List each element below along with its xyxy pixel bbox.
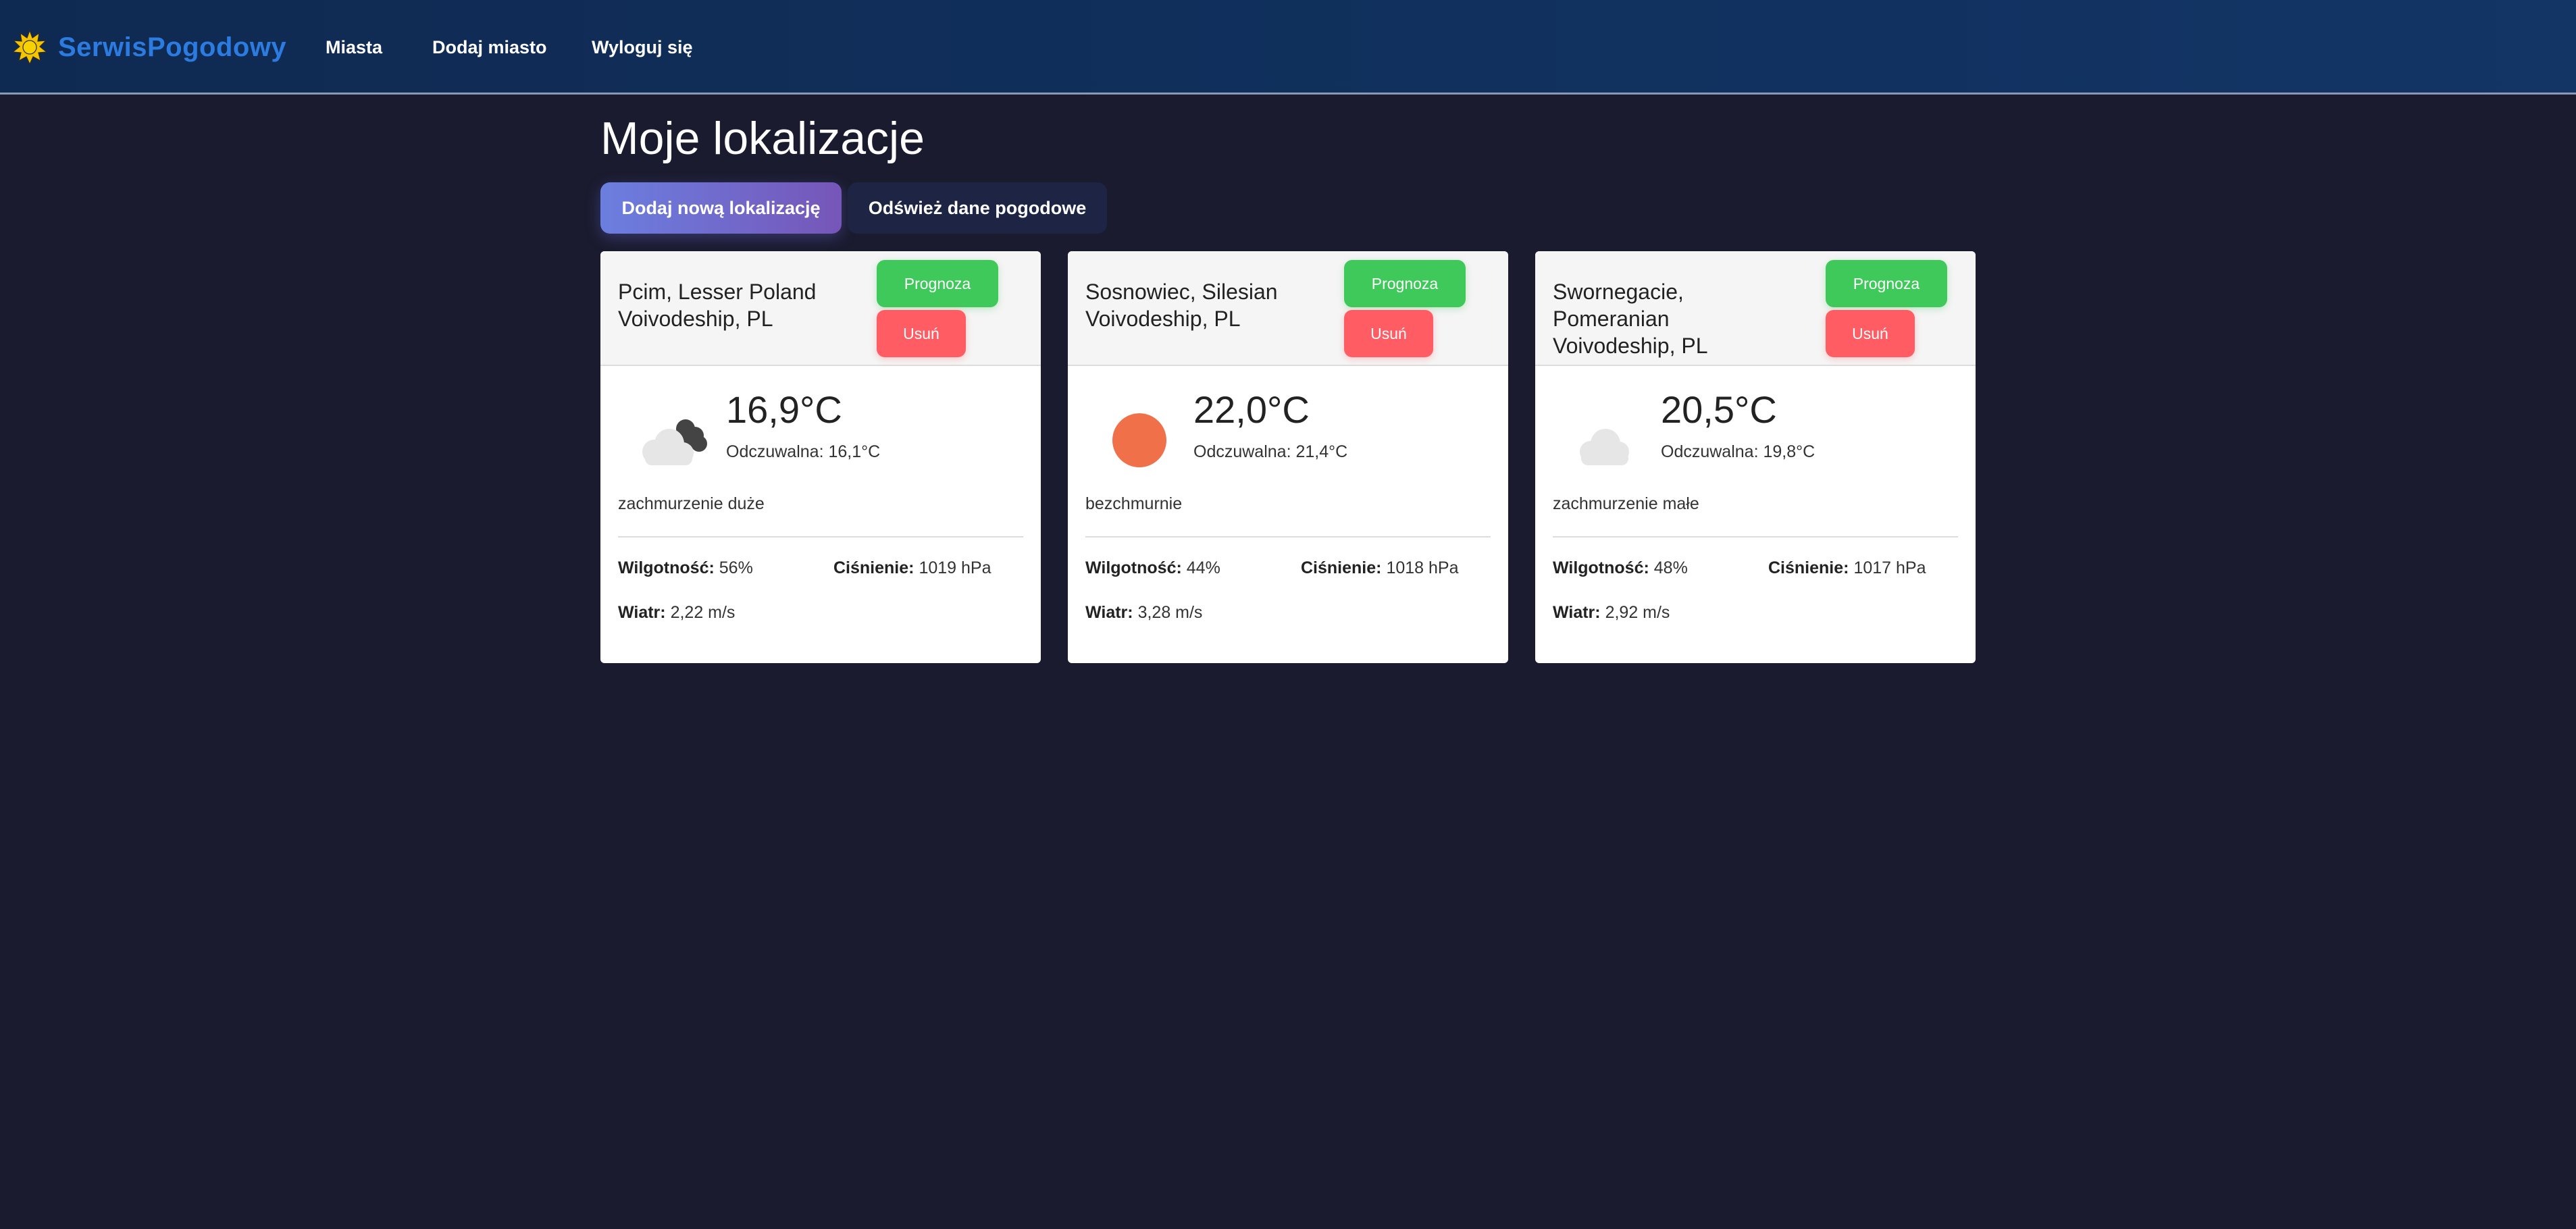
humidity-stat: Wilgotność: 48% — [1553, 556, 1688, 579]
divider — [1085, 536, 1491, 538]
delete-button[interactable]: Usuń — [877, 310, 966, 357]
temperature: 20,5°C — [1661, 388, 1777, 431]
sun-logo-icon — [12, 30, 47, 65]
pressure-label: Ciśnienie: — [1301, 558, 1382, 577]
location-card: Sosnowiec, Silesian Voivodeship, PL Prog… — [1068, 251, 1508, 663]
weather-description: bezchmurnie — [1085, 494, 1183, 513]
temperature: 22,0°C — [1193, 388, 1310, 431]
delete-button[interactable]: Usuń — [1344, 310, 1433, 357]
humidity-label: Wilgotność: — [1085, 558, 1182, 577]
wind-value: 2,22 m/s — [670, 603, 736, 622]
pressure-label: Ciśnienie: — [833, 558, 915, 577]
wind-label: Wiatr: — [618, 603, 666, 622]
wind-stat: Wiatr: 3,28 m/s — [1085, 601, 1202, 624]
feels-like: Odczuwalna: 21,4°C — [1193, 442, 1348, 461]
pressure-value: 1019 hPa — [919, 558, 991, 577]
delete-button[interactable]: Usuń — [1826, 310, 1915, 357]
nav-link-miasta[interactable]: Miasta — [326, 32, 382, 62]
nav-link-logout[interactable]: Wyloguj się — [592, 32, 693, 62]
forecast-button[interactable]: Prognoza — [877, 260, 998, 307]
wind-value: 2,92 m/s — [1605, 603, 1670, 622]
humidity-stat: Wilgotność: 44% — [1085, 556, 1220, 579]
feels-like: Odczuwalna: 16,1°C — [726, 442, 881, 461]
forecast-button[interactable]: Prognoza — [1826, 260, 1947, 307]
humidity-label: Wilgotność: — [618, 558, 715, 577]
cloudy-overcast-icon — [642, 419, 707, 465]
wind-stat: Wiatr: 2,92 m/s — [1553, 601, 1670, 624]
humidity-value: 44% — [1186, 558, 1220, 577]
divider — [1553, 536, 1958, 538]
weather-description: zachmurzenie duże — [618, 494, 765, 513]
location-card: Pcim, Lesser Poland Voivodeship, PL Prog… — [600, 251, 1041, 663]
pressure-value: 1017 hPa — [1853, 558, 1926, 577]
forecast-button[interactable]: Prognoza — [1344, 260, 1466, 307]
pressure-stat: Ciśnienie: 1019 hPa — [833, 556, 991, 579]
location-card: Swornegacie, Pomeranian Voivodeship, PL … — [1535, 251, 1976, 663]
weather-description: zachmurzenie małe — [1553, 494, 1699, 513]
city-name: Sosnowiec, Silesian Voivodeship, PL — [1085, 280, 1278, 331]
brand-link[interactable]: SerwisPogodowy — [12, 27, 286, 68]
humidity-value: 48% — [1653, 558, 1688, 577]
cloud-icon — [1580, 429, 1629, 465]
city-name: Swornegacie, Pomeranian Voivodeship, PL — [1553, 280, 1708, 358]
humidity-stat: Wilgotność: 56% — [618, 556, 753, 579]
wind-label: Wiatr: — [1085, 603, 1133, 622]
humidity-label: Wilgotność: — [1553, 558, 1649, 577]
card-header: Pcim, Lesser Poland Voivodeship, PL Prog… — [600, 251, 1041, 366]
wind-value: 3,28 m/s — [1137, 603, 1203, 622]
feels-like: Odczuwalna: 19,8°C — [1661, 442, 1815, 461]
card-header: Swornegacie, Pomeranian Voivodeship, PL … — [1535, 251, 1976, 366]
temperature: 16,9°C — [726, 388, 842, 431]
city-name: Pcim, Lesser Poland Voivodeship, PL — [618, 280, 817, 331]
wind-stat: Wiatr: 2,22 m/s — [618, 601, 735, 624]
add-location-button[interactable]: Dodaj nową lokalizację — [600, 182, 842, 234]
humidity-value: 56% — [719, 558, 753, 577]
wind-label: Wiatr: — [1553, 603, 1601, 622]
pressure-value: 1018 hPa — [1386, 558, 1459, 577]
pressure-stat: Ciśnienie: 1017 hPa — [1768, 556, 1926, 579]
divider — [618, 536, 1023, 538]
pressure-stat: Ciśnienie: 1018 hPa — [1301, 556, 1458, 579]
pressure-label: Ciśnienie: — [1768, 558, 1849, 577]
page-title: Moje lokalizacje — [600, 113, 925, 164]
refresh-weather-button[interactable]: Odśwież dane pogodowe — [848, 182, 1107, 234]
brand-name: SerwisPogodowy — [58, 32, 287, 62]
sun-icon — [1112, 413, 1166, 467]
top-navbar: SerwisPogodowy Miasta Dodaj miasto Wylog… — [0, 0, 2576, 95]
card-header: Sosnowiec, Silesian Voivodeship, PL Prog… — [1068, 251, 1508, 366]
nav-link-add-city[interactable]: Dodaj miasto — [432, 32, 547, 62]
